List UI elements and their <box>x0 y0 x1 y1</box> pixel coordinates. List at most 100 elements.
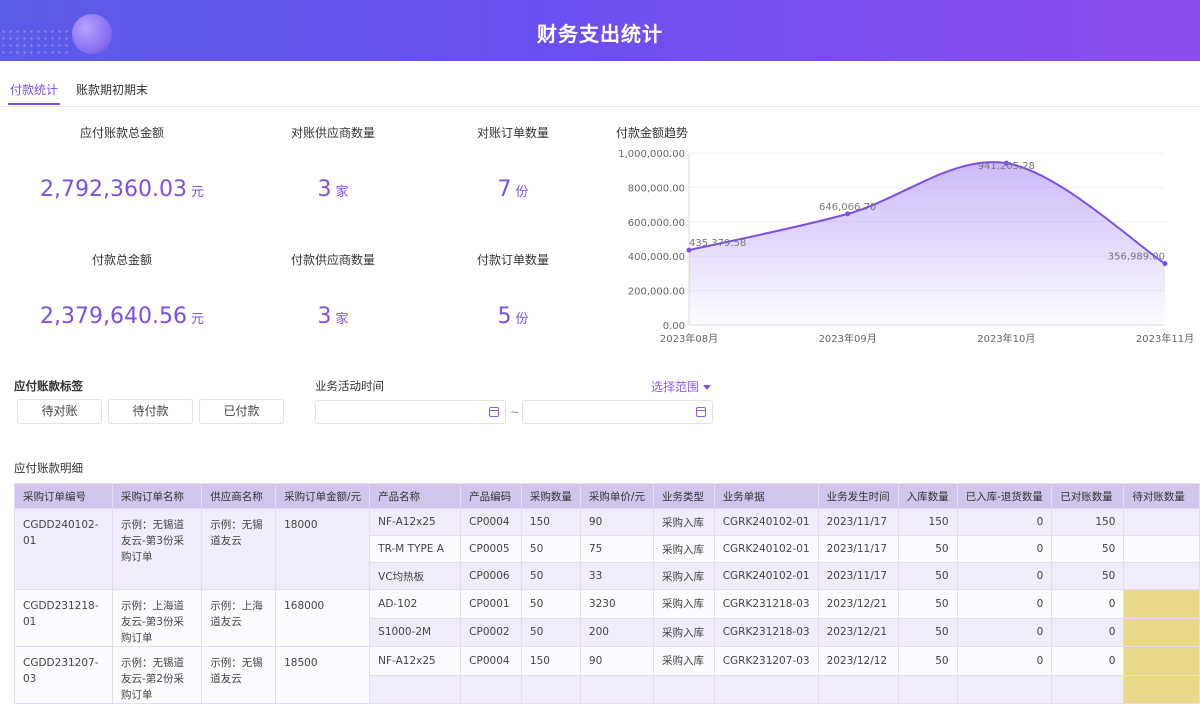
stat-unit: 元 <box>190 312 204 327</box>
end-date-input[interactable] <box>522 400 713 424</box>
tab-period-balance[interactable]: 账款期初期末 <box>76 81 148 98</box>
calendar-icon[interactable] <box>696 407 706 417</box>
table-cell <box>1123 508 1200 536</box>
table-cell <box>1123 562 1200 590</box>
stat-label: 对账供应商数量 <box>290 126 375 140</box>
tab-bar: 付款统计 账款期初期末 <box>0 61 1200 107</box>
table-row[interactable]: CGDD231207-03 示例：无锡道友云-第2份采购订单 示例：无锡道友云 185… <box>14 646 1200 704</box>
calendar-icon[interactable] <box>489 407 499 417</box>
table-cell: 50 <box>520 617 581 647</box>
x-tick-label: 2023年10月 <box>977 332 1035 345</box>
table-cell <box>520 674 581 704</box>
payment-trend-chart: 0.00 200,000.00 400,000.00 600,000.00 800,00… <box>618 149 1194 345</box>
table-cell: 50 <box>520 589 581 619</box>
stat-value: 7 <box>497 177 512 202</box>
table-cell: 90 <box>579 646 654 676</box>
stat-reconcile-orders: 对账订单数量 7 份 <box>413 124 613 202</box>
column-header[interactable]: 采购订单编号 <box>14 483 113 509</box>
table-cell: 0 <box>956 646 1053 676</box>
table-cell: CGRK240102-01 <box>713 562 819 590</box>
y-tick-label: 600,000.00 <box>628 218 685 229</box>
tag-pending-reconcile-button[interactable]: 待对账 <box>17 399 102 424</box>
range-label: 选择范围 <box>651 380 700 394</box>
table-cell: S1000-2M <box>369 617 462 647</box>
column-header[interactable]: 业务发生时间 <box>817 483 899 509</box>
table-cell: CGRK231207-03 <box>713 646 819 676</box>
column-header[interactable]: 业务单据 <box>713 483 819 509</box>
table-cell: VC均热板 <box>369 562 462 590</box>
table-cell <box>1123 617 1200 647</box>
header-banner: 财务支出统计 <box>0 0 1200 61</box>
tag-paid-button[interactable]: 已付款 <box>199 399 284 424</box>
table-cell: 33 <box>579 562 654 590</box>
column-header[interactable]: 产品名称 <box>369 483 462 509</box>
tab-payment-stats[interactable]: 付款统计 <box>7 81 61 105</box>
column-header[interactable]: 供应商名称 <box>201 483 277 509</box>
stat-label: 付款供应商数量 <box>290 253 375 267</box>
table-cell: 2023/11/17 <box>817 535 899 563</box>
cell-supplier: 示例：无锡道友云 <box>201 646 277 704</box>
table-cell <box>1123 535 1200 563</box>
table-row[interactable]: CGDD231218-01 示例：上海道友云-第3份采购订单 示例：上海道友云 168… <box>14 589 1200 647</box>
table-cell: 50 <box>897 617 958 647</box>
stat-payment-suppliers: 付款供应商数量 3 家 <box>233 251 433 329</box>
column-header[interactable]: 业务类型 <box>652 483 715 509</box>
column-header[interactable]: 入库数量 <box>897 483 958 509</box>
table-cell <box>369 674 462 704</box>
column-header[interactable]: 采购数量 <box>520 483 581 509</box>
table-cell: 50 <box>520 562 581 590</box>
table-cell: CP0004 <box>460 646 522 676</box>
column-header[interactable]: 采购单价/元 <box>579 483 654 509</box>
table-cell <box>652 674 715 704</box>
start-date-input[interactable] <box>315 400 506 424</box>
data-label: 941,205.28 <box>978 161 1035 172</box>
cell-name: 示例：无锡道友云-第2份采购订单 <box>111 646 203 704</box>
table-cell: 150 <box>520 646 581 676</box>
y-tick-label: 0.00 <box>663 321 685 332</box>
column-header[interactable]: 采购订单名称 <box>111 483 203 509</box>
select-range-dropdown[interactable]: 选择范围 <box>651 378 712 395</box>
table-cell: CP0001 <box>460 589 522 619</box>
cell-supplier: 示例：无锡道友云 <box>201 508 277 590</box>
cell-supplier: 示例：上海道友云 <box>201 589 277 647</box>
cell-code: CGDD231218-01 <box>14 589 113 647</box>
cell-name: 示例：无锡道友云-第3份采购订单 <box>111 508 203 590</box>
table-cell <box>1051 674 1125 704</box>
y-tick-label: 200,000.00 <box>628 287 685 298</box>
column-header[interactable]: 已入库-退货数量 <box>956 483 1053 509</box>
table-row[interactable]: CGDD240102-01 示例：无锡道友云-第3份采购订单 示例：无锡道友云 180… <box>14 508 1200 590</box>
table-cell: CP0005 <box>460 535 522 563</box>
tag-filter-label: 应付账款标签 <box>14 379 83 393</box>
stat-payable-total: 应付账款总金额 2,792,360.03 元 <box>22 124 222 202</box>
stat-value: 2,792,360.03 <box>40 177 187 202</box>
tag-pending-payment-button[interactable]: 待付款 <box>108 399 193 424</box>
caret-down-icon <box>703 385 712 390</box>
table-cell <box>897 674 958 704</box>
stat-label: 对账订单数量 <box>476 126 549 140</box>
payable-detail-table: 采购订单编号 采购订单名称 供应商名称 采购订单金额/元 产品名称 产品编码 采购数量 采购单… <box>14 483 1200 704</box>
table-cell: 采购入库 <box>652 617 715 647</box>
table-cell: 50 <box>897 535 958 563</box>
time-filter-label: 业务活动时间 <box>315 379 384 393</box>
y-tick-label: 400,000.00 <box>628 252 685 263</box>
column-header[interactable]: 已对账数量 <box>1051 483 1125 509</box>
table-cell: 0 <box>1051 646 1125 676</box>
table-cell: 0 <box>956 535 1053 563</box>
table-cell: CP0002 <box>460 617 522 647</box>
stat-reconcile-suppliers: 对账供应商数量 3 家 <box>233 124 433 202</box>
data-label: 435,379.58 <box>689 238 746 249</box>
stat-label: 付款订单数量 <box>476 253 549 267</box>
x-tick-label: 2023年08月 <box>660 332 718 345</box>
column-header[interactable]: 待对账数量 <box>1123 483 1200 509</box>
column-header[interactable]: 采购订单金额/元 <box>275 483 371 509</box>
table-cell: 0 <box>956 589 1053 619</box>
stat-unit: 元 <box>190 185 204 200</box>
date-separator: ~ <box>510 405 520 419</box>
chart-title: 付款金额趋势 <box>616 126 689 140</box>
table-cell: 0 <box>1051 617 1125 647</box>
column-header[interactable]: 产品编码 <box>460 483 522 509</box>
table-cell: NF-A12x25 <box>369 646 462 676</box>
table-cell: 采购入库 <box>652 646 715 676</box>
y-tick-label: 1,000,000.00 <box>618 149 685 160</box>
table-cell <box>1123 674 1200 704</box>
